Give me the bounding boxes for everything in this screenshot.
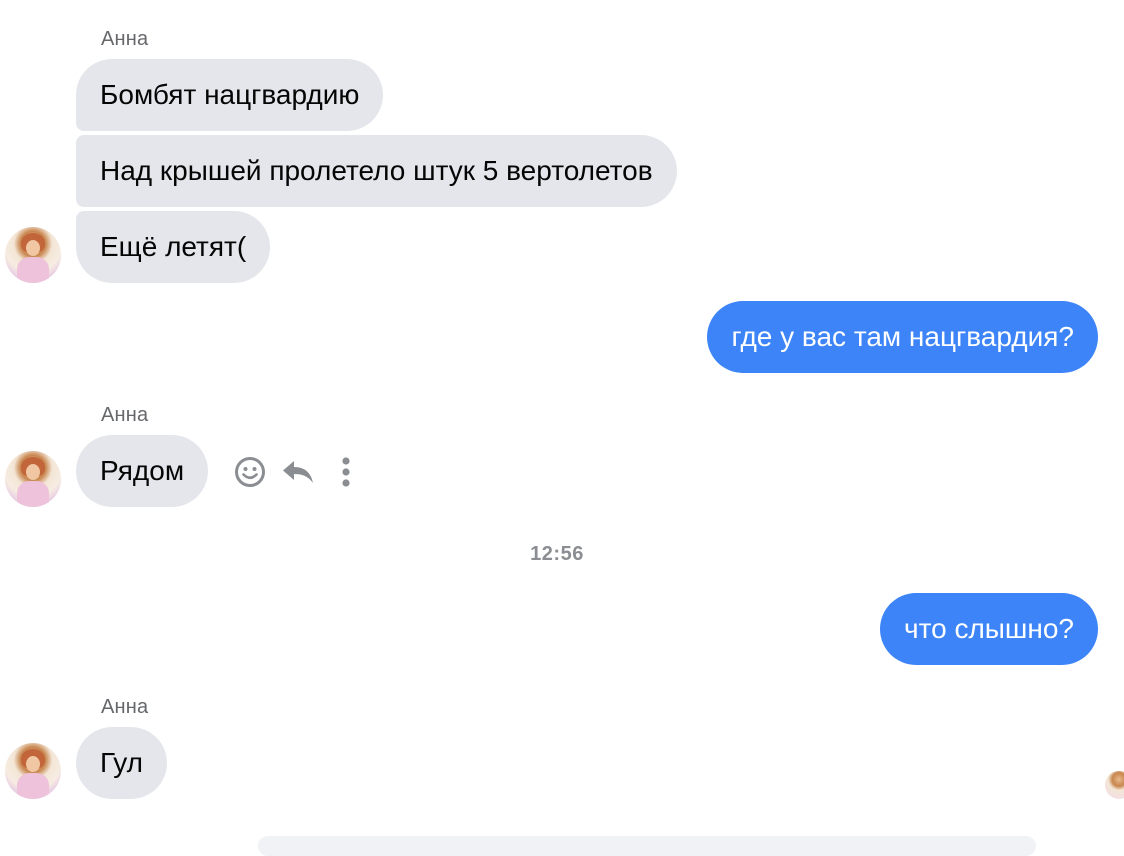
message-incoming[interactable]: Ещё летят( (76, 211, 271, 283)
message-incoming[interactable]: Над крышей пролетело штук 5 вертолетов (76, 135, 677, 207)
sender-name: Анна (101, 28, 149, 50)
avatar[interactable] (5, 227, 61, 283)
reply-icon[interactable] (280, 452, 316, 492)
sender-name: Анна (101, 404, 149, 426)
message-input[interactable] (258, 836, 1036, 856)
message-incoming[interactable]: Гул (76, 727, 168, 799)
more-vertical-icon[interactable] (328, 452, 364, 492)
smiley-icon[interactable] (232, 452, 268, 492)
message-outgoing[interactable]: что слышно? (880, 593, 1098, 665)
message-incoming[interactable]: Рядом (76, 435, 209, 507)
message-incoming[interactable]: Бомбят нацгвардию (76, 59, 384, 131)
seen-avatar (1105, 771, 1124, 799)
avatar[interactable] (5, 451, 61, 507)
sender-name: Анна (101, 696, 149, 718)
avatar[interactable] (5, 743, 61, 799)
message-outgoing[interactable]: где у вас там нацгвардия? (707, 301, 1098, 373)
timestamp: 12:56 (530, 543, 584, 565)
message-actions (232, 452, 376, 492)
